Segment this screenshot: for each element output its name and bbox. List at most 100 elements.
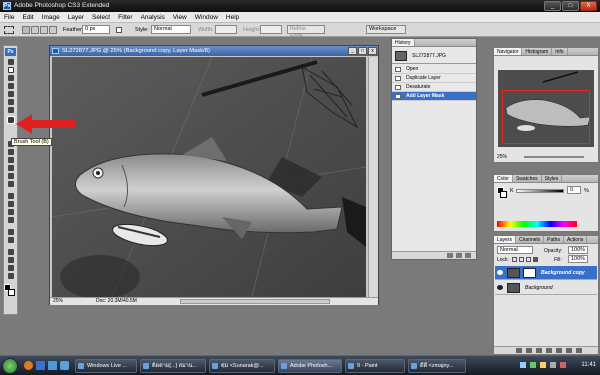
link-layers-icon[interactable]: [516, 348, 522, 353]
tab-styles[interactable]: Styles: [542, 175, 563, 182]
3d-orbit-tool-icon[interactable]: [8, 237, 14, 243]
visibility-eye-icon[interactable]: [497, 285, 503, 290]
history-brush-tool-icon[interactable]: [8, 149, 14, 155]
horizontal-scrollbar[interactable]: [180, 299, 330, 304]
color-bg-swatch[interactable]: [500, 191, 507, 198]
add-selection-icon[interactable]: [31, 26, 39, 34]
dodge-tool-icon[interactable]: [8, 181, 14, 187]
tray-icon[interactable]: [550, 362, 556, 368]
tab-actions[interactable]: Actions: [564, 236, 588, 243]
intersect-selection-icon[interactable]: [49, 26, 57, 34]
color-ramp[interactable]: [497, 221, 577, 227]
eyedropper-tool-icon[interactable]: [8, 257, 14, 263]
k-channel-input[interactable]: 0: [567, 186, 581, 194]
eraser-tool-icon[interactable]: [8, 157, 14, 163]
navigator-thumbnail[interactable]: [498, 70, 594, 147]
style-select[interactable]: Normal: [151, 25, 191, 34]
doc-minimize-button[interactable]: _: [348, 47, 357, 55]
marquee-tool-icon[interactable]: [4, 26, 14, 34]
subtract-selection-icon[interactable]: [40, 26, 48, 34]
type-tool-icon[interactable]: [8, 201, 14, 207]
tab-histogram[interactable]: Histogram: [522, 48, 553, 55]
minimize-button[interactable]: _: [544, 1, 561, 11]
firefox-quicklaunch-icon[interactable]: [24, 361, 33, 370]
hand-tool-icon[interactable]: [8, 265, 14, 271]
tab-info[interactable]: Info: [552, 48, 568, 55]
notes-tool-icon[interactable]: [8, 249, 14, 255]
layer-row-background-copy[interactable]: Background copy: [495, 266, 597, 280]
crop-tool-icon[interactable]: [8, 91, 14, 97]
history-item-selected[interactable]: Add Layer Mask: [392, 92, 476, 101]
tray-volume-icon[interactable]: [540, 362, 546, 368]
tray-antivirus-icon[interactable]: [560, 362, 566, 368]
new-document-icon[interactable]: [447, 253, 453, 258]
feather-input[interactable]: 0 px: [82, 25, 110, 34]
new-group-icon[interactable]: [556, 348, 562, 353]
menu-filter[interactable]: Filter: [114, 14, 136, 21]
new-snapshot-icon[interactable]: [456, 253, 462, 258]
add-mask-icon[interactable]: [536, 348, 542, 353]
height-input[interactable]: [260, 25, 282, 34]
lock-position-icon[interactable]: [526, 257, 531, 262]
adjustment-layer-icon[interactable]: [546, 348, 552, 353]
menu-view[interactable]: View: [169, 14, 191, 21]
taskbar-button[interactable]: ติดตาม[...] สมาน...: [140, 359, 206, 373]
tray-messenger-icon[interactable]: [530, 362, 536, 368]
vertical-scrollbar[interactable]: [368, 57, 378, 297]
doc-maximize-button[interactable]: □: [358, 47, 367, 55]
layer-style-icon[interactable]: [526, 348, 532, 353]
taskbar-button[interactable]: ดีดี <zmajny...: [408, 359, 466, 373]
lock-pixels-icon[interactable]: [519, 257, 524, 262]
menu-edit[interactable]: Edit: [18, 14, 37, 21]
desktop-quicklaunch-icon[interactable]: [48, 361, 57, 370]
magic-wand-tool-icon[interactable]: [8, 83, 14, 89]
layer-row-background[interactable]: Background: [495, 281, 597, 295]
opacity-input[interactable]: 100%: [568, 246, 588, 254]
zoom-level[interactable]: 25%: [53, 298, 63, 305]
tab-paths[interactable]: Paths: [544, 236, 564, 243]
k-channel-slider[interactable]: [516, 189, 564, 193]
taskbar-button-active[interactable]: Adobe Photosh...: [278, 359, 342, 373]
menu-image[interactable]: Image: [38, 14, 64, 21]
path-selection-tool-icon[interactable]: [8, 209, 14, 215]
close-button[interactable]: X: [580, 1, 597, 11]
blur-tool-icon[interactable]: [8, 173, 14, 179]
lasso-tool-icon[interactable]: [8, 75, 14, 81]
width-input[interactable]: [215, 25, 237, 34]
fill-input[interactable]: 100%: [568, 255, 588, 263]
blend-mode-select[interactable]: Normal: [497, 246, 533, 254]
navigator-zoom[interactable]: 25%: [497, 154, 507, 160]
lock-all-icon[interactable]: [533, 257, 538, 262]
navigator-view-box[interactable]: [502, 90, 590, 144]
pen-tool-icon[interactable]: [8, 193, 14, 199]
history-item[interactable]: Duplicate Layer: [392, 74, 476, 83]
menu-layer[interactable]: Layer: [64, 14, 88, 21]
trash-icon[interactable]: [465, 253, 471, 258]
visibility-eye-icon[interactable]: [497, 270, 503, 275]
lock-transparency-icon[interactable]: [512, 257, 517, 262]
workspace-button[interactable]: Workspace: [366, 25, 406, 34]
maximize-button[interactable]: □: [562, 1, 579, 11]
image-canvas[interactable]: [52, 57, 366, 297]
slice-tool-icon[interactable]: [8, 99, 14, 105]
layer-mask-thumbnail[interactable]: [523, 268, 536, 278]
history-snapshot[interactable]: SL272877.JPG: [392, 48, 476, 64]
zoom-tool-icon[interactable]: [8, 273, 14, 279]
taskbar-button[interactable]: Windows Live ...: [75, 359, 137, 373]
refine-edge-button[interactable]: Refine Edge...: [287, 25, 325, 39]
history-item[interactable]: Desaturate: [392, 83, 476, 92]
taskbar-button[interactable]: ตุ่ม <Sunarak@...: [209, 359, 275, 373]
document-title-bar[interactable]: SL272877.JPG @ 25% (Background copy, Lay…: [50, 46, 378, 56]
tray-network-icon[interactable]: [520, 362, 526, 368]
ie-quicklaunch-icon[interactable]: [36, 361, 45, 370]
delete-layer-icon[interactable]: [576, 348, 582, 353]
tab-channels[interactable]: Channels: [516, 236, 545, 243]
history-item[interactable]: Open: [392, 65, 476, 74]
anti-alias-checkbox[interactable]: [116, 27, 122, 33]
tab-color[interactable]: Color: [494, 175, 513, 182]
menu-window[interactable]: Window: [191, 14, 222, 21]
background-color-swatch[interactable]: [8, 289, 15, 296]
move-tool-icon[interactable]: [8, 59, 14, 65]
doc-close-button[interactable]: x: [368, 47, 377, 55]
tab-swatches[interactable]: Swatches: [513, 175, 542, 182]
